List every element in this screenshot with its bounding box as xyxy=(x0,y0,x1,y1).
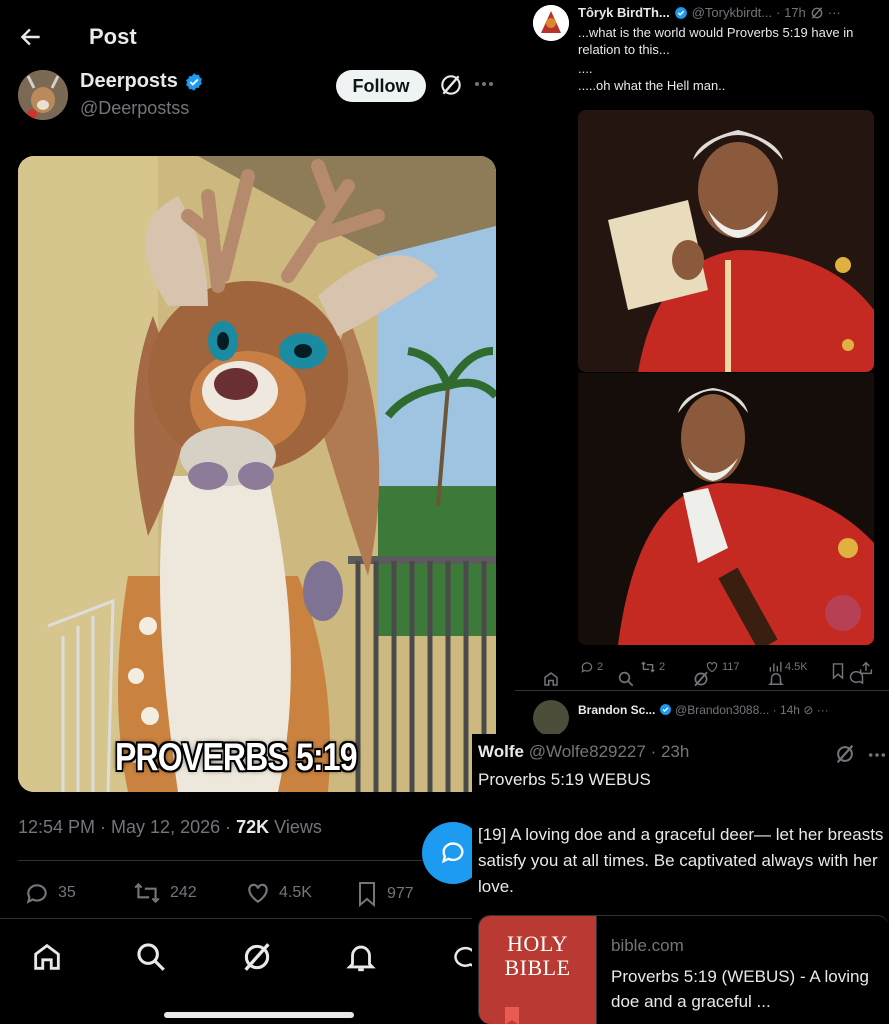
toryk-handle[interactable]: @Torykbirdt... xyxy=(692,5,772,20)
verified-badge-icon xyxy=(185,72,202,91)
toryk-views-count: 4.5K xyxy=(785,661,808,673)
page-title: Post xyxy=(89,24,137,49)
link-preview-card[interactable]: HOLY BIBLE bible.com Proverbs 5:19 (WEBU… xyxy=(478,915,889,1024)
like-button[interactable]: 4.5K xyxy=(245,880,312,906)
toryk-image-bottom[interactable] xyxy=(578,373,874,645)
like-count: 4.5K xyxy=(279,884,312,901)
search-icon[interactable] xyxy=(134,940,168,974)
toryk-time: · 17h xyxy=(776,5,806,20)
grok-icon[interactable] xyxy=(834,743,856,765)
compose-reply-icon xyxy=(441,842,464,864)
toryk-avatar[interactable] xyxy=(533,5,569,41)
wolfe-author-line[interactable]: Wolfe @Wolfe829227 · 23h xyxy=(478,742,689,762)
home-indicator xyxy=(164,1012,354,1018)
wolfe-post-title: Proverbs 5:19 WEBUS xyxy=(478,770,651,789)
reply-button[interactable]: 35 xyxy=(24,880,76,906)
toryk-reply-count: 2 xyxy=(597,661,604,673)
reply-icon xyxy=(26,884,47,904)
author-name-text[interactable]: Deerposts xyxy=(80,70,178,93)
bookmark-ribbon-icon xyxy=(505,1007,519,1024)
reply-count: 35 xyxy=(58,884,76,901)
post-metadata: 12:54 PM · May 12, 2026 · 72K Views xyxy=(18,817,322,838)
author-handle[interactable]: @Deerpostss xyxy=(80,98,189,119)
toryk-repost-button[interactable]: 2 xyxy=(640,660,665,674)
card-domain[interactable]: bible.com xyxy=(611,936,684,956)
repost-button[interactable]: 242 xyxy=(132,880,197,906)
grok-icon[interactable]: ⊘ xyxy=(803,703,813,717)
divider xyxy=(0,918,515,919)
search-icon[interactable] xyxy=(617,670,635,688)
bookmark-count: 977 xyxy=(387,885,414,902)
image-caption: PROVERBS 5:19 xyxy=(115,736,358,779)
toryk-post-text: ...what is the world would Proverbs 5:19… xyxy=(578,24,878,94)
divider xyxy=(515,690,889,691)
brandon-handle[interactable]: @Brandon3088... xyxy=(675,703,769,717)
wolfe-name[interactable]: Wolfe xyxy=(478,742,524,761)
more-icon[interactable] xyxy=(866,746,888,764)
brandon-time: · 14h xyxy=(772,703,800,717)
like-icon xyxy=(248,883,268,903)
verified-badge-icon xyxy=(659,704,671,715)
toryk-image-top[interactable] xyxy=(578,110,874,372)
repost-icon xyxy=(134,882,160,904)
notifications-icon[interactable] xyxy=(344,940,378,974)
grok-icon[interactable] xyxy=(810,6,824,20)
toryk-reply-button[interactable]: 2 xyxy=(580,660,603,674)
thumbnail-text-bible: BIBLE xyxy=(504,955,571,980)
wolfe-handle[interactable]: @Wolfe829227 xyxy=(529,742,646,761)
wolfe-verse-text: [19] A loving doe and a graceful deer— l… xyxy=(478,825,884,896)
post-timestamp[interactable]: 12:54 PM · May 12, 2026 · xyxy=(18,817,236,837)
bookmark-icon[interactable] xyxy=(830,662,846,680)
views-count: 72K xyxy=(236,817,270,837)
toryk-text-line3: .....oh what the Hell man.. xyxy=(578,78,726,93)
card-title[interactable]: Proverbs 5:19 (WEBUS) - A loving doe and… xyxy=(611,964,881,1014)
views-label: Views xyxy=(269,817,322,837)
toryk-text-line1: ...what is the world would Proverbs 5:19… xyxy=(578,25,854,57)
brandon-name[interactable]: Brandon Sc... xyxy=(578,703,655,717)
holy-bible-thumbnail: HOLY BIBLE xyxy=(479,916,597,1024)
toryk-text-line2: .... xyxy=(578,61,593,76)
grok-nav-icon[interactable] xyxy=(692,670,710,688)
brandon-avatar[interactable] xyxy=(533,700,569,736)
toryk-author-line[interactable]: Tôryk BirdTh... @Torykbirdt... · 17h ··· xyxy=(578,5,841,20)
toryk-like-count: 117 xyxy=(722,661,740,673)
repost-count: 242 xyxy=(170,884,197,901)
more-icon[interactable]: ··· xyxy=(828,5,841,20)
bookmark-button[interactable]: 977 xyxy=(355,880,414,908)
thumbnail-text-holy: HOLY xyxy=(507,931,568,956)
grok-nav-icon[interactable] xyxy=(240,940,274,974)
toryk-repost-count: 2 xyxy=(659,661,666,673)
brandon-author-line[interactable]: Brandon Sc... @Brandon3088... · 14h ⊘ ··… xyxy=(578,703,829,717)
author-name[interactable]: Deerposts xyxy=(80,70,204,93)
grok-icon[interactable] xyxy=(438,72,464,98)
repost-icon xyxy=(641,661,655,673)
reply-icon xyxy=(581,662,593,673)
toryk-name[interactable]: Tôryk BirdTh... xyxy=(578,5,670,20)
bookmark-icon xyxy=(359,882,375,908)
post-image[interactable] xyxy=(18,156,496,792)
home-icon[interactable] xyxy=(542,670,560,688)
share-icon[interactable] xyxy=(858,660,874,676)
author-avatar[interactable] xyxy=(18,70,68,120)
more-icon[interactable]: ··· xyxy=(817,703,829,717)
more-icon[interactable] xyxy=(472,74,496,94)
home-icon[interactable] xyxy=(30,940,64,974)
back-arrow-icon[interactable] xyxy=(18,24,44,50)
wolfe-time: · 23h xyxy=(650,742,690,761)
toryk-like-button[interactable]: 117 xyxy=(705,660,740,674)
verified-badge-icon xyxy=(674,6,687,19)
follow-button[interactable]: Follow xyxy=(336,70,426,102)
notifications-icon[interactable] xyxy=(767,670,785,688)
